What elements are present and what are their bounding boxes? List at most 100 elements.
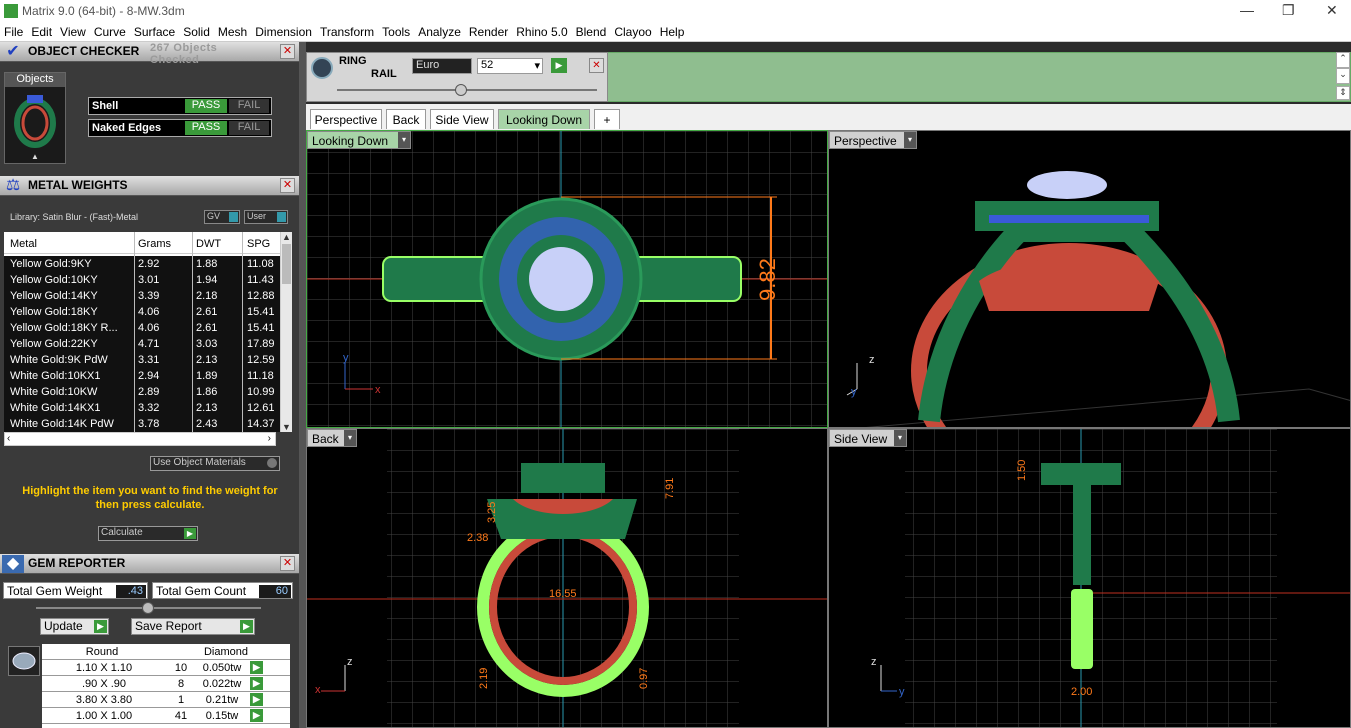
naked-edges-fail-button[interactable]: FAIL bbox=[229, 121, 269, 135]
gem-icon: ◆ bbox=[2, 555, 24, 573]
menu-blend[interactable]: Blend bbox=[572, 22, 611, 39]
menu-edit[interactable]: Edit bbox=[27, 22, 56, 39]
menu-surface[interactable]: Surface bbox=[130, 22, 179, 39]
close-icon[interactable]: ✕ bbox=[280, 44, 295, 59]
viewport-tabs: Perspective Back Side View Looking Down … bbox=[306, 104, 1351, 130]
scroll-up-icon[interactable]: ⌃ bbox=[1336, 52, 1350, 68]
menu-mesh[interactable]: Mesh bbox=[214, 22, 251, 39]
menu-view[interactable]: View bbox=[56, 22, 90, 39]
menu-clayoo[interactable]: Clayoo bbox=[610, 22, 655, 39]
tab-back[interactable]: Back bbox=[386, 109, 426, 129]
table-row[interactable]: White Gold:9K PdW 3.31 2.13 12.59 bbox=[4, 352, 280, 368]
viewport-label-perspective[interactable]: Perspective ▾ bbox=[829, 131, 917, 149]
viewport-looking-down[interactable]: 9.82 y x Looking Down ▾ bbox=[306, 130, 828, 428]
objects-checked-count: 267 Objects Checked bbox=[150, 42, 218, 66]
chevron-down-icon: ▾ bbox=[534, 60, 540, 72]
table-row[interactable]: 3.80 X 3.80 1 0.21tw ▶ bbox=[42, 692, 290, 708]
close-icon[interactable]: ✕ bbox=[280, 178, 295, 193]
scroll-down-icon[interactable]: ⌄ bbox=[1336, 68, 1350, 84]
object-checker-header: ✔ OBJECT CHECKER 267 Objects Checked ✕ bbox=[0, 42, 299, 66]
window-title: Matrix 9.0 (64-bit) - 8-MW.3dm bbox=[22, 4, 185, 18]
menu-curve[interactable]: Curve bbox=[90, 22, 130, 39]
table-row[interactable]: White Gold:10KW 2.89 1.86 10.99 bbox=[4, 384, 280, 400]
table-row[interactable]: 1.00 X 1.00 41 0.15tw ▶ bbox=[42, 708, 290, 724]
object-checker-title: OBJECT CHECKER bbox=[28, 44, 140, 58]
gem-slider[interactable] bbox=[36, 602, 261, 614]
viewport-back[interactable]: 7.91 3.25 2.38 16.55 2.19 0.97 z x Back ▾ bbox=[306, 428, 828, 728]
play-icon: ▶ bbox=[250, 709, 263, 722]
looking-down-render: 9.82 y x bbox=[307, 131, 827, 427]
tab-looking-down[interactable]: Looking Down bbox=[498, 109, 590, 129]
chevron-down-icon: ▾ bbox=[398, 132, 410, 148]
title-bar: Matrix 9.0 (64-bit) - 8-MW.3dm — ❐ ✕ bbox=[0, 0, 1351, 22]
svg-text:z: z bbox=[347, 656, 353, 668]
svg-text:z: z bbox=[871, 656, 877, 668]
expand-icon[interactable]: ⇕ bbox=[1336, 86, 1350, 100]
metal-weights-header: ⚖ METAL WEIGHTS ✕ bbox=[0, 176, 299, 196]
close-icon[interactable]: ✕ bbox=[589, 58, 604, 73]
use-object-materials-toggle[interactable]: Use Object Materials bbox=[150, 456, 280, 471]
metal-table-hscrollbar[interactable]: ‹ › bbox=[4, 432, 276, 446]
table-row[interactable]: Yellow Gold:14KY 3.39 2.18 12.88 bbox=[4, 288, 280, 304]
minimize-button[interactable]: — bbox=[1240, 2, 1254, 18]
shell-fail-button[interactable]: FAIL bbox=[229, 99, 269, 113]
column-divider bbox=[242, 232, 243, 432]
update-button[interactable]: Update ▶ bbox=[40, 618, 109, 635]
menu-dimension[interactable]: Dimension bbox=[251, 22, 316, 39]
viewport-side-view[interactable]: 1.50 2.00 z y Side View ▾ bbox=[828, 428, 1351, 728]
chevron-down-icon: ▾ bbox=[894, 430, 906, 446]
close-icon[interactable]: ✕ bbox=[280, 556, 295, 571]
viewport-label-looking-down[interactable]: Looking Down ▾ bbox=[307, 131, 411, 149]
table-row[interactable]: Yellow Gold:18KY R... 4.06 2.61 15.41 bbox=[4, 320, 280, 336]
save-report-button[interactable]: Save Report ▶ bbox=[131, 618, 255, 635]
total-gem-count: Total Gem Count 60 bbox=[152, 582, 293, 599]
menu-help[interactable]: Help bbox=[656, 22, 689, 39]
gem-reporter-title: GEM REPORTER bbox=[28, 556, 126, 570]
menu-analyze[interactable]: Analyze bbox=[414, 22, 465, 39]
table-row[interactable]: White Gold:14KX1 3.32 2.13 12.61 bbox=[4, 400, 280, 416]
panel-splitter[interactable] bbox=[299, 42, 306, 728]
user-toggle[interactable]: User bbox=[244, 210, 288, 224]
add-tab-button[interactable]: + bbox=[594, 109, 620, 129]
viewport-label-side-view[interactable]: Side View ▾ bbox=[829, 429, 907, 447]
tab-side-view[interactable]: Side View bbox=[430, 109, 494, 129]
gv-toggle[interactable]: GV bbox=[204, 210, 240, 224]
table-row[interactable]: Yellow Gold:22KY 4.71 3.03 17.89 bbox=[4, 336, 280, 352]
menu-transform[interactable]: Transform bbox=[316, 22, 378, 39]
objects-thumbnail[interactable]: Objects ▲ bbox=[4, 72, 66, 164]
table-row[interactable]: Yellow Gold:10KY 3.01 1.94 11.43 bbox=[4, 272, 280, 288]
table-row[interactable]: White Gold:10KX1 2.94 1.89 11.18 bbox=[4, 368, 280, 384]
shell-check-row: Shell PASS FAIL bbox=[88, 97, 272, 115]
tab-perspective[interactable]: Perspective bbox=[310, 109, 382, 129]
gem-reporter-header: ◆ GEM REPORTER ✕ bbox=[0, 554, 299, 574]
naked-edges-pass-button[interactable]: PASS bbox=[185, 121, 227, 135]
metal-table: Metal Grams DWT SPG Yellow Gold:9KY 2.92 1… bbox=[4, 232, 292, 432]
menu-tools[interactable]: Tools bbox=[378, 22, 414, 39]
viewport-label-back[interactable]: Back ▾ bbox=[307, 429, 357, 447]
close-button[interactable]: ✕ bbox=[1326, 2, 1338, 19]
side-view-render: 1.50 2.00 z y bbox=[871, 429, 1350, 727]
naked-edges-label: Naked Edges bbox=[92, 122, 162, 134]
play-icon: ▶ bbox=[250, 693, 263, 706]
restore-button[interactable]: ❐ bbox=[1282, 2, 1295, 19]
ring-rail-slider[interactable] bbox=[337, 84, 597, 96]
menu-render[interactable]: Render bbox=[465, 22, 512, 39]
menu-rhino[interactable]: Rhino 5.0 bbox=[512, 22, 571, 39]
table-row[interactable]: .90 X .90 8 0.022tw ▶ bbox=[42, 676, 290, 692]
table-row[interactable]: 1.10 X 1.10 10 0.050tw ▶ bbox=[42, 660, 290, 676]
shell-pass-button[interactable]: PASS bbox=[185, 99, 227, 113]
table-row[interactable]: Yellow Gold:9KY 2.92 1.88 11.08 bbox=[4, 256, 280, 272]
metal-table-scrollbar[interactable]: ▲ ▼ bbox=[280, 232, 292, 432]
menu-bar: File Edit View Curve Surface Solid Mesh Dimensi… bbox=[0, 22, 1351, 42]
menu-solid[interactable]: Solid bbox=[179, 22, 214, 39]
ring-standard-select[interactable]: Euro bbox=[412, 58, 472, 74]
table-row[interactable]: White Gold:14K PdW 3.78 2.43 14.37 bbox=[4, 416, 280, 432]
gem-table: Round Diamond 1.10 X 1.10 10 0.050tw ▶ .… bbox=[42, 644, 290, 728]
gem-table-header: Round Diamond bbox=[42, 644, 290, 660]
apply-size-button[interactable]: ▶ bbox=[551, 58, 567, 73]
ring-size-select[interactable]: 52 ▾ bbox=[477, 58, 543, 74]
viewport-perspective[interactable]: z y Perspective ▾ bbox=[828, 130, 1351, 428]
menu-file[interactable]: File bbox=[0, 22, 27, 39]
calculate-button[interactable]: Calculate ▶ bbox=[98, 526, 198, 541]
table-row[interactable]: Yellow Gold:18KY 4.06 2.61 15.41 bbox=[4, 304, 280, 320]
